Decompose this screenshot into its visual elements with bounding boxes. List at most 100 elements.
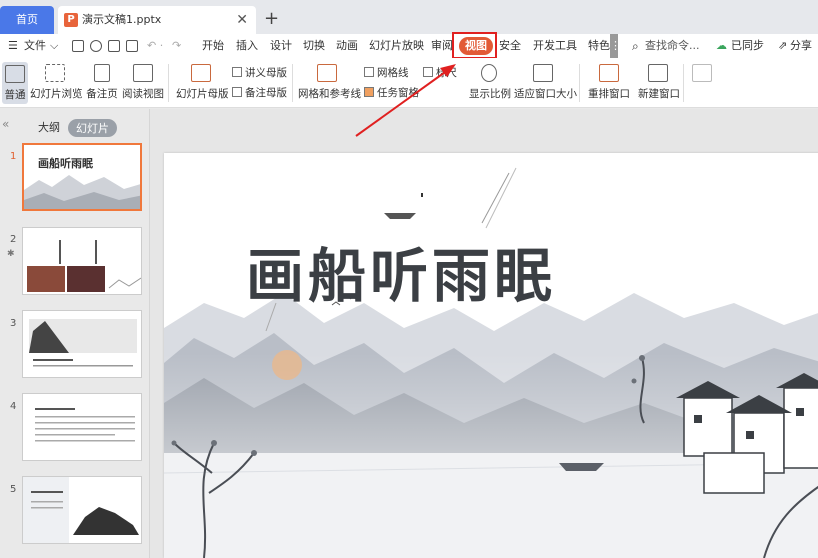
slide-sorter-button[interactable]: 幻灯片浏览 (30, 64, 83, 101)
print-icon[interactable] (108, 40, 120, 52)
reading-view-button[interactable]: 阅读视图 (122, 64, 164, 101)
slide-sorter-label: 幻灯片浏览 (30, 88, 83, 100)
switch-window-icon (692, 64, 712, 82)
close-tab-button[interactable]: ✕ (236, 6, 248, 34)
separator (292, 64, 293, 102)
share-button[interactable]: 分享 (790, 34, 812, 58)
notes-master-label: 备注母版 (245, 87, 287, 99)
slide-canvas[interactable]: 画船听雨眠 (164, 153, 818, 558)
slide-master-label: 幻灯片母版 (176, 88, 229, 100)
outline-tab[interactable]: 大纲 (38, 119, 60, 135)
switch-window-button[interactable] (690, 64, 714, 86)
sync-status[interactable]: 已同步 (731, 34, 764, 58)
tab-bar: 首页 P 演示文稿1.pptx ✕ + (0, 0, 818, 34)
slide-title[interactable]: 画船听雨眠 (246, 229, 556, 313)
new-window-button[interactable]: 新建窗口 (638, 64, 680, 101)
slides-tab[interactable]: 幻灯片 (68, 119, 117, 137)
menu-transitions[interactable]: 切换 (303, 34, 325, 58)
hamburger-icon[interactable]: ☰ (8, 34, 18, 58)
normal-view-icon (5, 65, 25, 83)
slide-thumbnail-4[interactable] (22, 393, 142, 461)
menu-animations[interactable]: 动画 (336, 34, 358, 58)
presentation-icon: P (64, 13, 78, 27)
separator (683, 64, 684, 102)
gridlines-label: 网格线 (377, 67, 409, 79)
view-tab-highlight (452, 32, 497, 59)
redo-icon[interactable]: ↷ (172, 34, 181, 58)
slide-master-button[interactable]: 幻灯片母版 (176, 64, 229, 101)
checkbox-icon (423, 67, 433, 77)
slide-thumbnail-3[interactable] (22, 310, 142, 378)
slide-thumbnail-2[interactable] (22, 227, 142, 295)
slide-thumbnail-5[interactable] (22, 476, 142, 544)
fit-window-label: 适应窗口大小 (514, 88, 577, 100)
slide-sorter-icon (45, 64, 65, 82)
slide-thumbnail-1[interactable]: 画船听雨眠 (22, 143, 142, 211)
slide-number: 4 (10, 401, 17, 412)
chevron-down-icon[interactable]: ⌵ (50, 34, 58, 58)
share-icon: ⇗ (778, 39, 788, 52)
undo-icon[interactable]: ↶ · (147, 34, 163, 58)
menu-slideshow[interactable]: 幻灯片放映 (369, 34, 424, 58)
slide-number: 5 (10, 484, 17, 495)
arrange-windows-button[interactable]: 重排窗口 (586, 64, 632, 101)
notes-page-button[interactable]: 备注页 (86, 64, 118, 101)
ink-landscape-illustration (164, 167, 818, 558)
checkbox-checked-icon (364, 87, 374, 97)
handout-master-label: 讲义母版 (245, 67, 287, 79)
slide-thumbnail-image: 画船听雨眠 (24, 156, 140, 209)
menu-review[interactable]: 审阅 (431, 34, 453, 58)
menu-home[interactable]: 开始 (202, 34, 224, 58)
ruler-checkbox[interactable]: 标尺 (423, 65, 457, 80)
notes-master-button[interactable]: 备注母版 (232, 85, 287, 100)
slide-editor: 画船听雨眠 (150, 109, 818, 558)
handout-master-icon (232, 67, 242, 77)
format-painter-icon[interactable] (90, 40, 102, 52)
command-search[interactable]: 查找命令... (645, 34, 700, 58)
notes-page-icon (94, 64, 110, 82)
collapse-panel-icon[interactable]: « (2, 117, 9, 131)
new-window-icon (648, 64, 668, 82)
menu-special[interactable]: 特色 (588, 34, 610, 58)
notes-page-label: 备注页 (86, 88, 118, 100)
document-tab-title: 演示文稿1.pptx (82, 13, 162, 26)
new-tab-button[interactable]: + (264, 6, 279, 32)
slide-thumbnail-image (27, 240, 141, 292)
ruler-label: 标尺 (436, 67, 457, 79)
document-tab[interactable]: P 演示文稿1.pptx ✕ (58, 6, 256, 34)
home-tab[interactable]: 首页 (0, 6, 54, 34)
slide-panel: « 大纲 幻灯片 1 画船听雨眠 2 ✱ 3 4 5 (0, 109, 150, 558)
menu-design[interactable]: 设计 (270, 34, 292, 58)
view-ribbon: 普通 幻灯片浏览 备注页 阅读视图 幻灯片母版 讲义母版 备注母版 网格和参考线… (0, 58, 818, 108)
menu-insert[interactable]: 插入 (236, 34, 258, 58)
handout-master-button[interactable]: 讲义母版 (232, 65, 287, 80)
notes-master-icon (232, 87, 242, 97)
slide-thumbnail-image (29, 319, 137, 367)
slide-thumbnail-image (23, 477, 139, 543)
menu-security[interactable]: 安全 (499, 34, 521, 58)
grid-guides-button[interactable]: 网格和参考线 (298, 64, 361, 101)
separator (579, 64, 580, 102)
slide-number: 2 (10, 234, 17, 245)
slide-number: 3 (10, 318, 17, 329)
save-icon[interactable] (72, 40, 84, 52)
more-menu-icon[interactable]: ⋮ (610, 34, 621, 58)
checkbox-icon (364, 67, 374, 77)
fit-window-icon (533, 64, 553, 82)
zoom-icon (481, 64, 497, 82)
menu-bar: ☰ 文件 ⌵ ↶ · ↷ 开始 插入 设计 切换 动画 幻灯片放映 审阅 视图 … (0, 34, 818, 58)
fit-window-button[interactable]: 适应窗口大小 (514, 64, 577, 101)
grid-guides-label: 网格和参考线 (298, 88, 361, 100)
print-preview-icon[interactable] (126, 40, 138, 52)
reading-view-icon (133, 64, 153, 82)
grid-icon (317, 64, 337, 82)
gridlines-checkbox[interactable]: 网格线 (364, 65, 409, 80)
slide-thumbnail-image (35, 408, 135, 442)
cloud-sync-icon: ☁ (716, 39, 727, 52)
task-pane-checkbox[interactable]: 任务窗格 (364, 85, 419, 100)
menu-developer[interactable]: 开发工具 (533, 34, 577, 58)
file-menu[interactable]: 文件 (24, 34, 46, 58)
separator (168, 64, 169, 102)
zoom-button[interactable]: 显示比例 (469, 64, 511, 101)
normal-view-button[interactable]: 普通 (2, 62, 28, 104)
